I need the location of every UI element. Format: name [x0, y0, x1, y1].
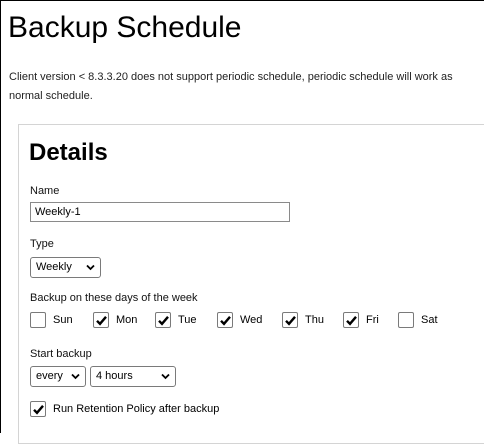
- fri-checkbox[interactable]: [343, 312, 359, 328]
- start-interval-value: 4 hours: [96, 370, 133, 382]
- sat-label: Sat: [421, 314, 438, 326]
- mon-label: Mon: [116, 314, 138, 326]
- page-title: Backup Schedule: [8, 11, 242, 44]
- details-heading: Details: [29, 139, 108, 166]
- retention-checkbox[interactable]: [30, 401, 46, 417]
- mon-checkbox[interactable]: [93, 312, 109, 328]
- type-select[interactable]: Weekly: [30, 257, 101, 278]
- tue-checkbox[interactable]: [155, 312, 171, 328]
- start-mode-select[interactable]: every: [30, 366, 86, 387]
- type-select-value: Weekly: [36, 261, 72, 273]
- sat-checkbox[interactable]: [398, 312, 414, 328]
- version-notice: Client version < 8.3.3.20 does not suppo…: [9, 71, 453, 102]
- wed-label: Wed: [240, 314, 263, 326]
- wed-checkbox[interactable]: [217, 312, 233, 328]
- start-backup-label: Start backup: [30, 348, 92, 360]
- checkmark-icon: [33, 405, 44, 415]
- chevron-down-icon: [71, 373, 80, 380]
- type-label: Type: [30, 238, 54, 250]
- name-input[interactable]: [30, 202, 290, 222]
- details-panel: [18, 124, 484, 444]
- chevron-down-icon: [161, 373, 170, 380]
- checkmark-icon: [220, 316, 231, 326]
- checkmark-icon: [346, 316, 357, 326]
- start-mode-value: every: [36, 370, 63, 382]
- sun-label: Sun: [53, 314, 73, 326]
- tue-label: Tue: [178, 314, 197, 326]
- thu-checkbox[interactable]: [282, 312, 298, 328]
- start-interval-select[interactable]: 4 hours: [90, 366, 176, 387]
- chevron-down-icon: [86, 264, 95, 271]
- checkmark-icon: [96, 316, 107, 326]
- checkmark-icon: [285, 316, 296, 326]
- sun-checkbox[interactable]: [30, 312, 46, 328]
- fri-label: Fri: [366, 314, 379, 326]
- checkmark-icon: [158, 316, 169, 326]
- thu-label: Thu: [305, 314, 324, 326]
- days-label: Backup on these days of the week: [30, 292, 198, 304]
- name-label: Name: [30, 185, 60, 197]
- retention-label: Run Retention Policy after backup: [53, 403, 220, 415]
